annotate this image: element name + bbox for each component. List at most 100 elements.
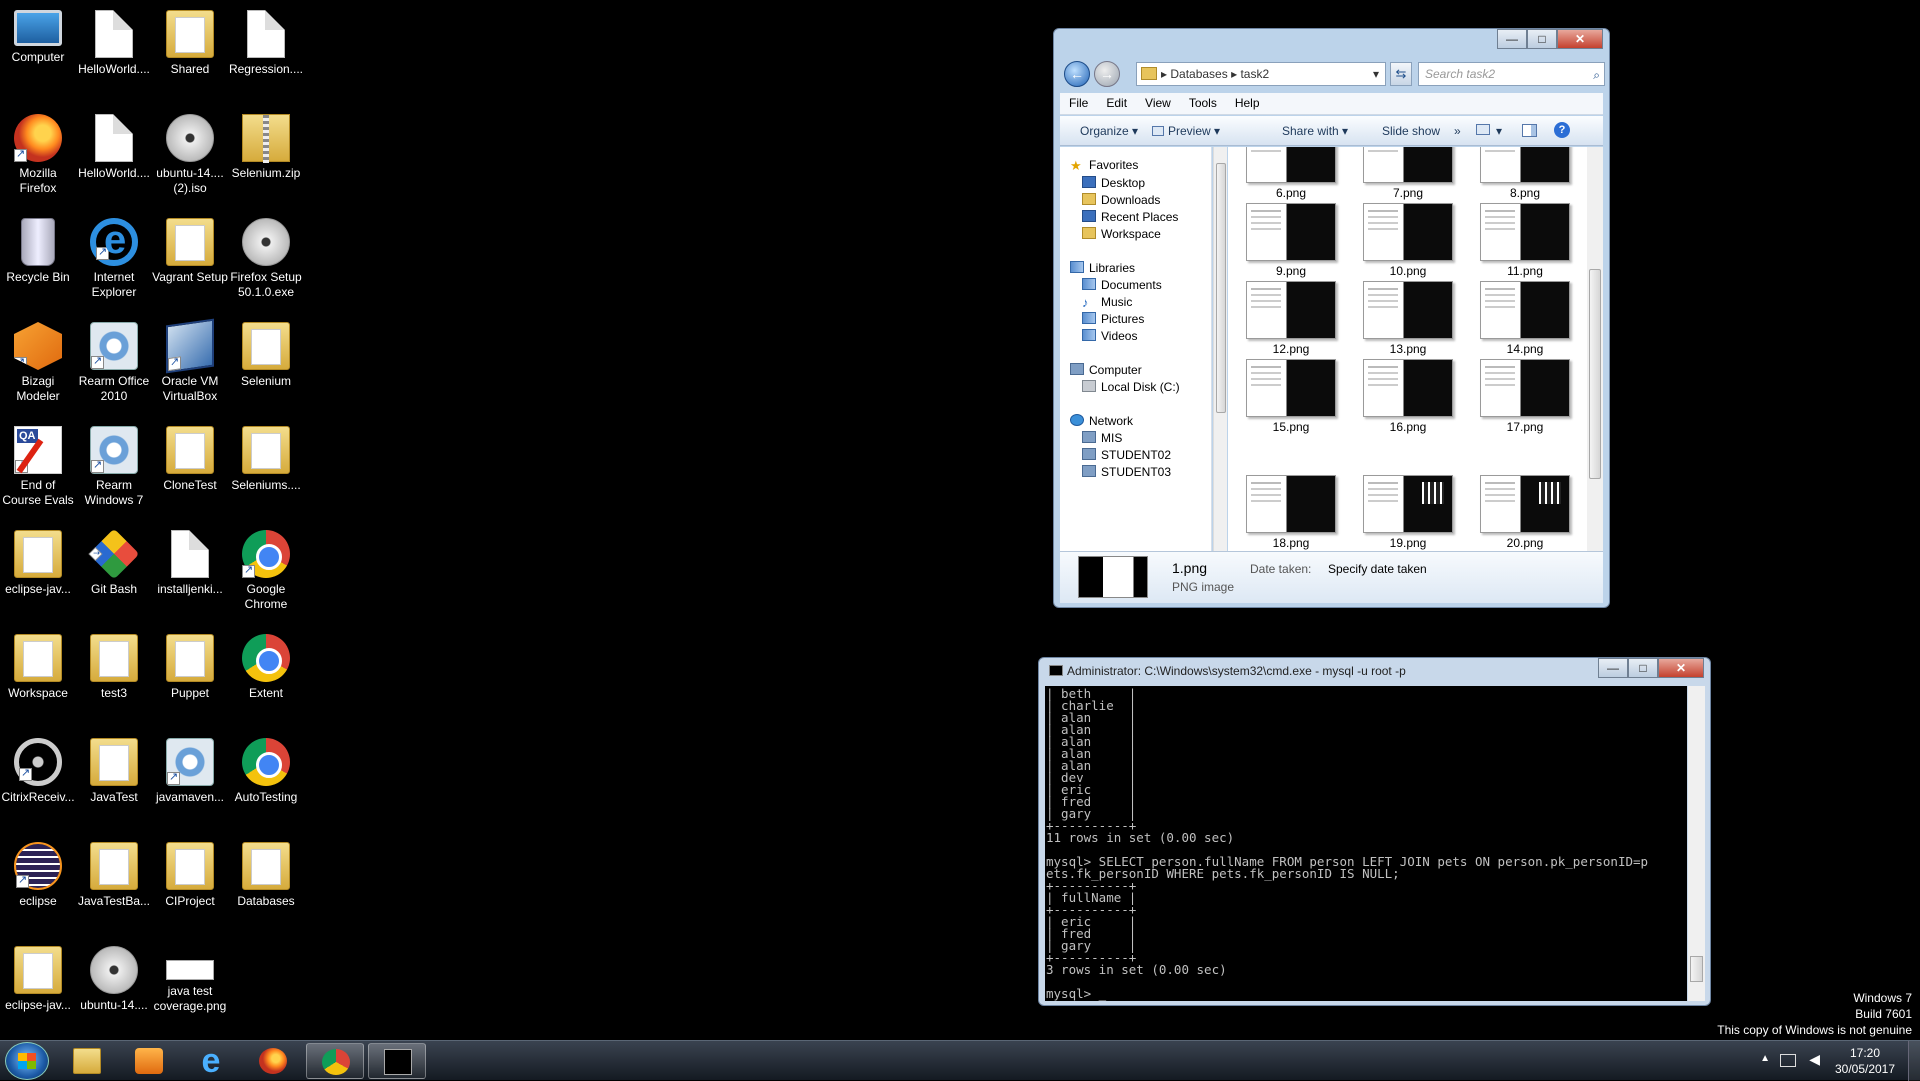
desktop-icon-item[interactable]: JavaTest — [76, 732, 152, 836]
desktop-icon-item[interactable]: HelloWorld.... — [76, 4, 152, 108]
menu-file[interactable]: File — [1060, 93, 1097, 110]
more-commands-button[interactable]: » — [1454, 124, 1461, 138]
preview-pane-icon[interactable] — [1522, 124, 1537, 137]
desktop-icon-item[interactable]: ubuntu-14.... — [76, 940, 152, 1044]
taskbar-cmd[interactable] — [368, 1043, 426, 1079]
nav-favorites[interactable]: ★ Favorites — [1070, 155, 1138, 175]
minimize-button[interactable]: — — [1598, 658, 1628, 678]
file-thumbnail[interactable]: 17.png — [1470, 359, 1580, 434]
console-output[interactable]: | beth | | charlie | | alan | | alan | |… — [1045, 686, 1687, 1001]
back-button[interactable]: ← — [1064, 61, 1090, 87]
desktop-icon-item[interactable]: Google Chrome — [228, 524, 304, 628]
desktop-icon-item[interactable]: AutoTesting — [228, 732, 304, 836]
file-thumbnail[interactable]: 13.png — [1353, 281, 1463, 356]
nav-videos[interactable]: Videos — [1082, 326, 1137, 346]
file-thumbnail[interactable]: 12.png — [1236, 281, 1346, 356]
breadcrumb-item-databases[interactable]: Databases — [1170, 67, 1227, 81]
desktop-icon-item[interactable]: Selenium — [228, 316, 304, 420]
volume-icon[interactable]: ◀ — [1809, 1051, 1820, 1068]
file-thumbnail[interactable]: 19.png — [1353, 475, 1463, 550]
scrollbar-thumb[interactable] — [1589, 269, 1601, 479]
desktop-icon-item[interactable]: CitrixReceiv... — [0, 732, 76, 836]
address-bar[interactable]: ▸ Databases ▸ task2 ▾ — [1136, 62, 1386, 86]
maximize-button[interactable]: □ — [1527, 29, 1557, 49]
menu-edit[interactable]: Edit — [1097, 93, 1136, 110]
cmd-window[interactable]: Administrator: C:\Windows\system32\cmd.e… — [1038, 657, 1711, 1006]
desktop-icon-item[interactable]: Vagrant Setup — [152, 212, 228, 316]
menu-tools[interactable]: Tools — [1180, 93, 1226, 110]
desktop-icon-item[interactable]: ubuntu-14.... (2).iso — [152, 108, 228, 212]
desktop-icon-item[interactable]: JavaTestBa... — [76, 836, 152, 940]
taskbar-explorer[interactable] — [58, 1043, 116, 1079]
file-thumbnail[interactable]: 7.png — [1353, 147, 1463, 200]
desktop-icon-item[interactable]: Mozilla Firefox — [0, 108, 76, 212]
desktop-icon-item[interactable]: HelloWorld.... — [76, 108, 152, 212]
desktop-icon-item[interactable]: Puppet — [152, 628, 228, 732]
file-thumbnail[interactable]: 10.png — [1353, 203, 1463, 278]
content-scrollbar[interactable] — [1587, 147, 1603, 551]
show-desktop-button[interactable] — [1908, 1041, 1920, 1081]
taskbar-firefox[interactable] — [244, 1043, 302, 1079]
taskbar-media-player[interactable] — [120, 1043, 178, 1079]
close-button[interactable]: ✕ — [1557, 29, 1603, 49]
show-hidden-icons-icon[interactable]: ▲ — [1760, 1053, 1770, 1064]
desktop-icon-item[interactable]: Recycle Bin — [0, 212, 76, 316]
explorer-window[interactable]: — □ ✕ ← → ▸ Databases ▸ task2 ▾ ⇆ Search… — [1053, 28, 1610, 608]
date-taken-value[interactable]: Specify date taken — [1328, 562, 1427, 576]
desktop-icon-item[interactable]: Computer — [0, 4, 76, 108]
file-thumbnail[interactable]: 9.png — [1236, 203, 1346, 278]
forward-button[interactable]: → — [1094, 61, 1120, 87]
nav-student03[interactable]: STUDENT03 — [1082, 462, 1171, 482]
file-thumbnail[interactable]: 16.png — [1353, 359, 1463, 434]
desktop-icon-item[interactable]: Bizagi Modeler — [0, 316, 76, 420]
action-center-icon[interactable] — [1780, 1054, 1796, 1067]
desktop-icon-item[interactable]: Rearm Office 2010 — [76, 316, 152, 420]
desktop-icon-item[interactable]: Rearm Windows 7 — [76, 420, 152, 524]
chevron-down-icon[interactable]: ▾ — [1373, 63, 1379, 85]
minimize-button[interactable]: — — [1497, 29, 1527, 49]
desktop-icon-item[interactable]: Regression.... — [228, 4, 304, 108]
breadcrumb-item-task2[interactable]: task2 — [1240, 67, 1269, 81]
file-thumbnail[interactable]: 20.png — [1470, 475, 1580, 550]
desktop-icon-item[interactable]: Oracle VM VirtualBox — [152, 316, 228, 420]
desktop-icon-item[interactable]: CIProject — [152, 836, 228, 940]
organize-button[interactable]: Organize ▾ — [1080, 124, 1138, 138]
slide-show-button[interactable]: Slide show — [1382, 124, 1440, 138]
desktop-icon-item[interactable]: End of Course Evals — [0, 420, 76, 524]
file-thumbnail[interactable]: 14.png — [1470, 281, 1580, 356]
desktop-icon-item[interactable]: eclipse-jav... — [0, 940, 76, 1044]
chevron-down-icon[interactable]: ▾ — [1496, 124, 1502, 138]
file-thumbnail[interactable]: 8.png — [1470, 147, 1580, 200]
taskbar-chrome[interactable] — [306, 1043, 364, 1079]
file-thumbnail[interactable]: 18.png — [1236, 475, 1346, 550]
desktop-icon-item[interactable]: test3 — [76, 628, 152, 732]
search-input[interactable]: Search task2 ⌕ — [1418, 62, 1605, 86]
desktop-icon-item[interactable]: Internet Explorer — [76, 212, 152, 316]
desktop-icon-item[interactable]: Seleniums.... — [228, 420, 304, 524]
share-with-button[interactable]: Share with ▾ — [1282, 124, 1348, 138]
view-options-icon[interactable] — [1476, 124, 1490, 135]
scrollbar-thumb[interactable] — [1216, 163, 1226, 413]
desktop-icon-item[interactable]: installjenki... — [152, 524, 228, 628]
start-button[interactable] — [5, 1042, 49, 1080]
file-thumbnail[interactable]: 15.png — [1236, 359, 1346, 434]
scrollbar-thumb[interactable] — [1690, 956, 1703, 982]
desktop-icon-item[interactable]: javamaven... — [152, 732, 228, 836]
menu-help[interactable]: Help — [1226, 93, 1269, 110]
clock[interactable]: 17:20 30/05/2017 — [1830, 1045, 1900, 1077]
desktop-icon-item[interactable]: Firefox Setup 50.1.0.exe — [228, 212, 304, 316]
desktop-icon-item[interactable]: Shared — [152, 4, 228, 108]
menu-view[interactable]: View — [1136, 93, 1180, 110]
nav-local-disk[interactable]: Local Disk (C:) — [1082, 377, 1180, 397]
desktop-icon-item[interactable]: Workspace — [0, 628, 76, 732]
desktop-icon-item[interactable]: Databases — [228, 836, 304, 940]
preview-button[interactable]: Preview ▾ — [1152, 124, 1220, 138]
desktop-icon-item[interactable]: java test coverage.png — [152, 940, 228, 1044]
file-thumbnail[interactable]: 11.png — [1470, 203, 1580, 278]
close-button[interactable]: ✕ — [1658, 658, 1704, 678]
refresh-button[interactable]: ⇆ — [1390, 62, 1412, 86]
desktop-icon-item[interactable]: Selenium.zip — [228, 108, 304, 212]
maximize-button[interactable]: □ — [1628, 658, 1658, 678]
nav-workspace[interactable]: Workspace — [1082, 224, 1161, 244]
console-scrollbar[interactable] — [1688, 686, 1705, 1001]
